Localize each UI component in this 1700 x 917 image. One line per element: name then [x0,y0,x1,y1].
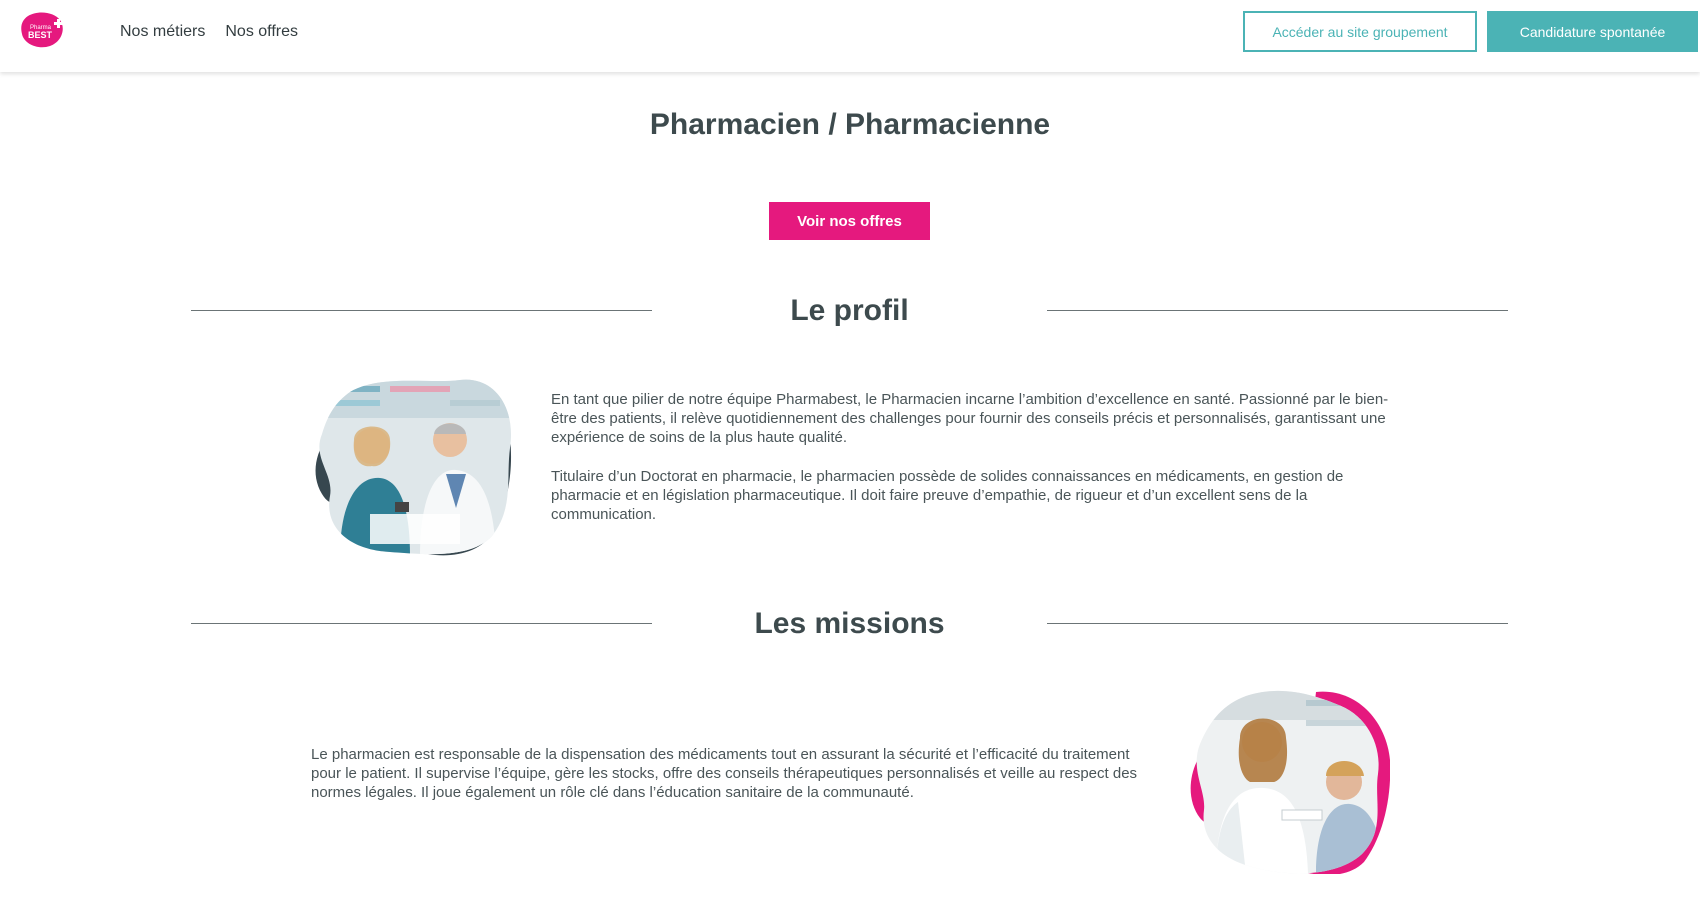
page-title: Pharmacien / Pharmacienne [649,108,1051,141]
missions-heading: Les missions [754,607,945,640]
svg-text:BEST: BEST [28,30,53,40]
main-nav: Nos métiers Nos offres [120,0,298,64]
profile-section-heading: Le profil [191,291,1508,331]
profile-heading: Le profil [790,294,909,327]
pharmacist-consultation-image [310,378,514,556]
pharmabest-logo[interactable]: Pharma BEST [20,12,64,48]
divider-line [1047,310,1508,311]
profile-paragraph-2: Titulaire d’un Doctorat en pharmacie, le… [551,468,1344,523]
profile-paragraph-1: En tant que pilier de notre équipe Pharm… [551,391,1389,446]
see-offers-button[interactable]: Voir nos offres [769,202,930,240]
missions-section-heading: Les missions [191,604,1508,644]
missions-paragraph: Le pharmacien est responsable de la disp… [311,746,1138,801]
site-header: Pharma BEST Nos métiers Nos offres Accéd… [0,0,1700,72]
group-site-button[interactable]: Accéder au site groupement [1243,11,1477,52]
nav-item-offres[interactable]: Nos offres [225,23,298,41]
nav-item-metiers[interactable]: Nos métiers [120,23,205,41]
spontaneous-application-button[interactable]: Candidature spontanée [1487,11,1698,52]
pharmacist-counter-image [1186,690,1391,876]
divider-line [1047,623,1508,624]
